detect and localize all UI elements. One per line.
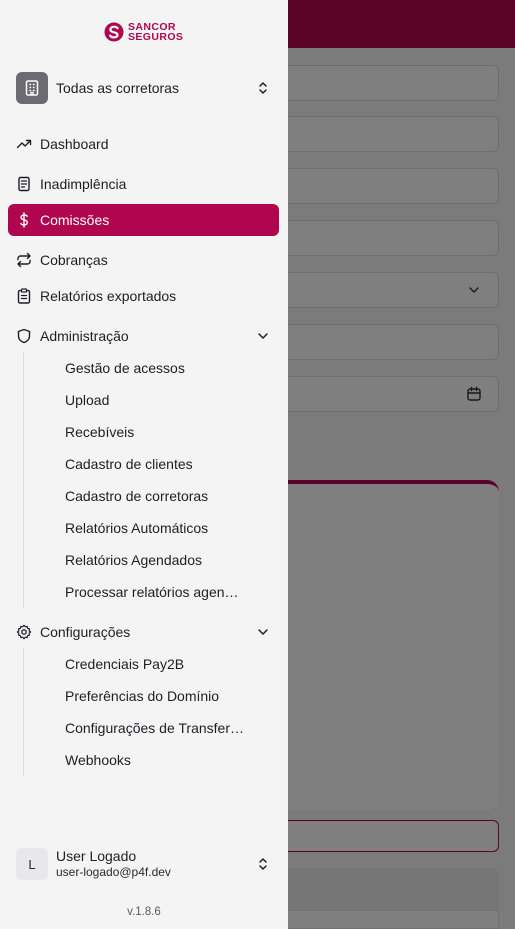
nav-item-label: Comissões bbox=[40, 212, 110, 228]
chevron-down-icon bbox=[258, 629, 268, 635]
subnav-item-label: Relatórios Agendados bbox=[65, 552, 202, 568]
sancor-logo-mark bbox=[104, 22, 124, 42]
subnav-item-label: Webhooks bbox=[65, 752, 131, 768]
subnav-item-cadastro-corretoras[interactable]: Cadastro de corretoras bbox=[57, 482, 271, 510]
document-icon bbox=[16, 176, 32, 192]
nav-item-inadimplencia[interactable]: Inadimplência bbox=[8, 168, 279, 200]
nav-item-label: Dashboard bbox=[40, 136, 109, 152]
subnav-item-relatorios-agendados[interactable]: Relatórios Agendados bbox=[57, 546, 271, 574]
nav-item-cobrancas[interactable]: Cobranças bbox=[8, 244, 279, 276]
subnav-item-label: Cadastro de corretoras bbox=[65, 488, 209, 504]
gear-icon bbox=[16, 624, 32, 640]
avatar: L bbox=[16, 848, 48, 880]
subnav-item-relatorios-automaticos[interactable]: Relatórios Automáticos bbox=[57, 514, 271, 542]
org-switcher-label: Todas as corretoras bbox=[56, 80, 179, 96]
sancor-seguros-logo: SANCOR SEGUROS bbox=[104, 21, 183, 43]
trending-up-icon bbox=[16, 136, 32, 152]
nav-group-administracao[interactable]: Administração bbox=[8, 320, 279, 352]
submenu-divider bbox=[23, 352, 24, 608]
sidebar: SANCOR SEGUROS Todas as corretoras Dashb… bbox=[0, 0, 288, 929]
subnav-item-label: Processar relatórios agendados bbox=[65, 584, 240, 600]
subnav-item-cadastro-clientes[interactable]: Cadastro de clientes bbox=[57, 450, 271, 478]
subnav-item-gestao-acessos[interactable]: Gestão de acessos bbox=[57, 354, 271, 382]
subnav-item-preferencias-dominio[interactable]: Preferências do Domínio bbox=[57, 682, 271, 710]
user-menu[interactable]: L User Logado user-logado@p4f.dev bbox=[8, 840, 279, 888]
subnav-item-label: Preferências do Domínio bbox=[65, 688, 220, 704]
submenu-divider bbox=[23, 648, 24, 776]
subnav-item-label: Configurações de Transferência bbox=[65, 720, 246, 736]
subnav-item-recebiveis[interactable]: Recebíveis bbox=[57, 418, 271, 446]
subnav-item-label: Cadastro de clientes bbox=[65, 456, 193, 472]
app-version: v.1.8.6 bbox=[127, 906, 161, 918]
subnav-item-upload[interactable]: Upload bbox=[57, 386, 271, 414]
subnav-item-label: Credenciais Pay2B bbox=[65, 656, 185, 672]
subnav-item-processar-relatorios[interactable]: Processar relatórios agendados bbox=[57, 578, 271, 606]
subnav-item-label: Upload bbox=[65, 392, 110, 408]
user-email: user-logado@p4f.dev bbox=[56, 865, 171, 879]
nav-item-label: Inadimplência bbox=[40, 176, 127, 192]
nav-item-label: Configurações bbox=[40, 624, 131, 640]
nav-item-relatorios-exportados[interactable]: Relatórios exportados bbox=[8, 280, 279, 312]
clipboard-list-icon bbox=[16, 288, 32, 304]
subnav-item-credenciais-pay2b[interactable]: Credenciais Pay2B bbox=[57, 650, 271, 678]
subnav-item-label: Relatórios Automáticos bbox=[65, 520, 209, 536]
subnav-item-label: Gestão de acessos bbox=[65, 360, 185, 376]
org-switcher[interactable]: Todas as corretoras bbox=[8, 64, 279, 112]
building-icon bbox=[16, 72, 48, 104]
chevrons-up-down-icon bbox=[259, 82, 267, 94]
nav-item-label: Administração bbox=[40, 328, 129, 344]
nav-item-comissoes[interactable]: Comissões bbox=[8, 204, 279, 236]
nav-item-label: Cobranças bbox=[40, 252, 108, 268]
nav-group-configuracoes[interactable]: Configurações bbox=[8, 616, 279, 648]
user-name: User Logado bbox=[56, 848, 137, 864]
nav-item-dashboard[interactable]: Dashboard bbox=[8, 128, 279, 160]
nav-item-label: Relatórios exportados bbox=[40, 288, 177, 304]
shield-icon bbox=[16, 328, 32, 344]
dollar-sign-icon bbox=[16, 212, 32, 228]
repeat-icon bbox=[16, 252, 32, 268]
logo-text-seguros: SEGUROS bbox=[128, 31, 184, 43]
subnav-item-configuracoes-transferencia[interactable]: Configurações de Transferência bbox=[57, 714, 271, 742]
chevrons-up-down-icon bbox=[259, 858, 267, 870]
subnav-item-webhooks[interactable]: Webhooks bbox=[57, 746, 271, 774]
chevron-down-icon bbox=[258, 333, 268, 339]
subnav-item-label: Recebíveis bbox=[65, 424, 135, 440]
